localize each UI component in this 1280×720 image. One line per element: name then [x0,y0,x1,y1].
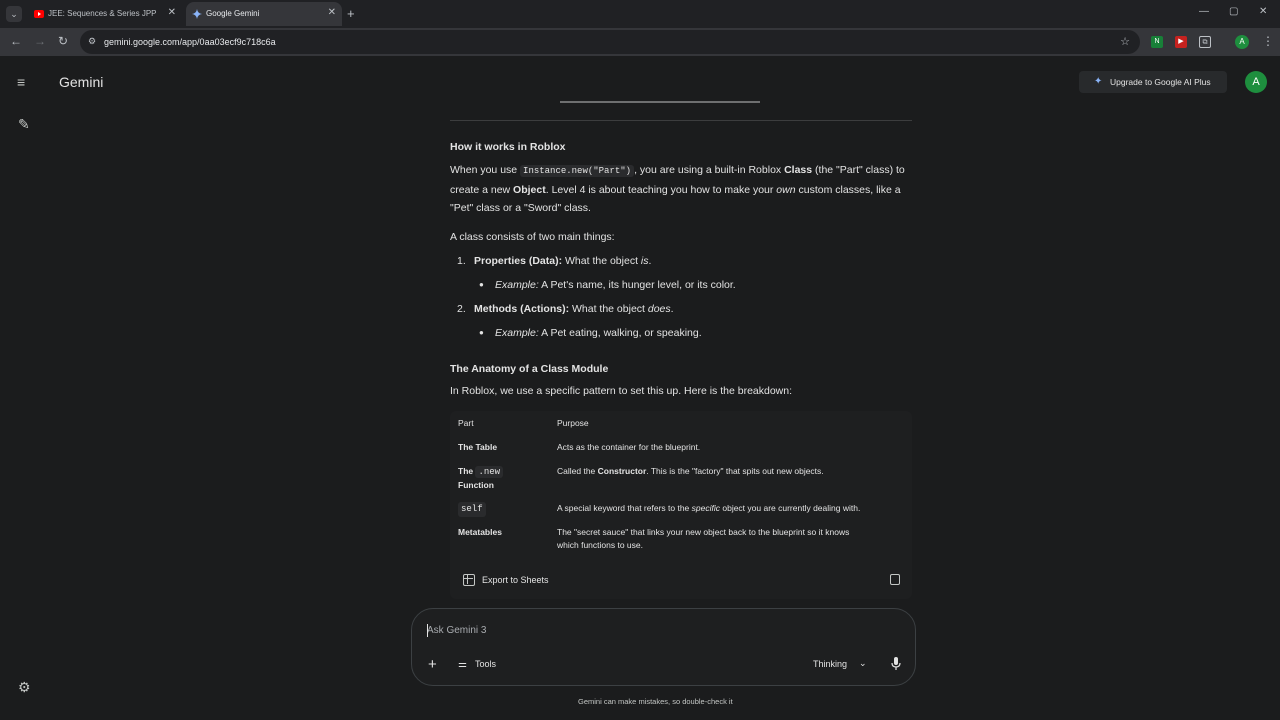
list-number: 1. [457,255,466,267]
export-to-sheets-button[interactable]: Export to Sheets [450,563,600,599]
sparkle-icon: ✦ [1094,76,1103,87]
inline-code: Instance.new("Part") [520,165,635,177]
tools-icon[interactable]: ⚌ [458,659,467,670]
extension-icon[interactable]: ▶ [1175,36,1187,48]
section-heading-how-it-works: How it works in Roblox [450,141,566,153]
table-header-purpose: Purpose [557,418,589,428]
tools-button[interactable]: Tools [475,659,496,669]
chevron-down-icon[interactable]: ⌄ [859,658,867,669]
account-avatar[interactable]: A [1245,71,1267,93]
extensions-puzzle-icon[interactable]: ⧉ [1199,36,1211,48]
list-number: 2. [457,303,466,315]
prompt-input-box[interactable]: Ask Gemini 3 + ⚌ Tools Thinking ⌄ [411,608,916,686]
site-info-icon[interactable]: ⚙ [88,36,96,47]
main-menu-icon[interactable]: ≡ [17,74,25,90]
export-label: Export to Sheets [482,575,549,585]
table-cell-part: Metatables [458,527,502,537]
table-footer: Export to Sheets [450,563,912,599]
back-icon[interactable]: ← [10,34,22,48]
tab-jee[interactable]: JEE: Sequences & Series JPP 1 | ✕ [28,2,182,26]
tab-close-icon[interactable]: ✕ [328,7,336,18]
scrolled-off-text-line [560,100,840,104]
address-bar[interactable]: ⚙ gemini.google.com/app/0aa03ecf9c718c6a… [80,30,1140,54]
new-tab-icon[interactable]: + [347,6,355,21]
table-cell-part: The .new Function [458,465,504,492]
bullet-icon: ● [479,328,484,337]
reload-icon[interactable]: ↻ [58,34,68,48]
youtube-icon [34,10,44,18]
gemini-spark-icon [192,9,202,19]
browser-toolbar: ← → ↻ ⚙ gemini.google.com/app/0aa03ecf9c… [0,28,1280,56]
paragraph-class-consists: A class consists of two main things: [450,231,615,243]
browser-profile-avatar[interactable]: A [1235,35,1249,49]
sidebar [0,56,48,720]
new-chat-icon[interactable]: ✎ [18,116,30,133]
table-icon [463,574,475,586]
list-subitem-methods-example: Example: A Pet eating, walking, or speak… [495,327,702,339]
text-caret [427,624,428,637]
window-close-icon[interactable]: ✕ [1259,6,1267,17]
paragraph-breakdown: In Roblox, we use a specific pattern to … [450,385,793,397]
list-item-methods: Methods (Actions): What the object does. [474,303,674,315]
class-module-table: Part Purpose The Table Acts as the conta… [450,411,912,599]
section-divider [450,120,912,121]
add-attachment-icon[interactable]: + [428,656,437,673]
minimize-icon[interactable]: — [1199,6,1209,17]
paragraph-intro: When you use Instance.new("Part"), you a… [450,164,905,214]
forward-icon[interactable]: → [34,34,46,48]
table-header-part: Part [458,418,474,428]
table-cell-purpose: Acts as the container for the blueprint. [557,442,701,452]
section-heading-anatomy: The Anatomy of a Class Module [450,363,609,375]
copy-icon[interactable] [890,574,900,585]
table-cell-purpose: Called the Constructor. This is the "fac… [557,466,824,476]
tab-title: Google Gemini [206,9,260,18]
table-cell-purpose: The "secret sauce" that links your new o… [557,527,850,550]
disclaimer-text: Gemini can make mistakes, so double-chec… [578,697,733,706]
microphone-icon[interactable] [891,657,901,670]
extension-icon[interactable]: N [1151,36,1163,48]
table-cell-part: The Table [458,442,498,452]
app-title: Gemini [59,74,104,90]
browser-tab-strip: ⌄ JEE: Sequences & Series JPP 1 | ✕ Goog… [0,0,1280,28]
list-item-properties: Properties (Data): What the object is. [474,255,652,267]
settings-gear-icon[interactable]: ⚙ [18,679,31,696]
upgrade-label: Upgrade to Google AI Plus [1110,77,1211,87]
table-cell-purpose: A special keyword that refers to the spe… [557,503,861,513]
table-cell-part: self [458,502,486,517]
list-subitem-properties-example: Example: A Pet's name, its hunger level,… [495,279,736,291]
bullet-icon: ● [479,280,484,289]
prompt-input-placeholder[interactable]: Ask Gemini 3 [427,625,486,636]
upgrade-button[interactable]: ✦ Upgrade to Google AI Plus [1079,71,1227,93]
tab-search-icon[interactable]: ⌄ [6,6,22,22]
mode-selector[interactable]: Thinking [813,659,847,669]
tab-title: JEE: Sequences & Series JPP 1 | [48,9,158,18]
tab-gemini[interactable]: Google Gemini ✕ [186,2,342,26]
browser-menu-icon[interactable]: ⋮ [1262,34,1274,48]
maximize-icon[interactable]: ▢ [1229,6,1238,17]
tab-close-icon[interactable]: ✕ [168,7,176,18]
url-text: gemini.google.com/app/0aa03ecf9c718c6a [104,37,276,47]
bookmark-star-icon[interactable]: ☆ [1120,35,1130,48]
